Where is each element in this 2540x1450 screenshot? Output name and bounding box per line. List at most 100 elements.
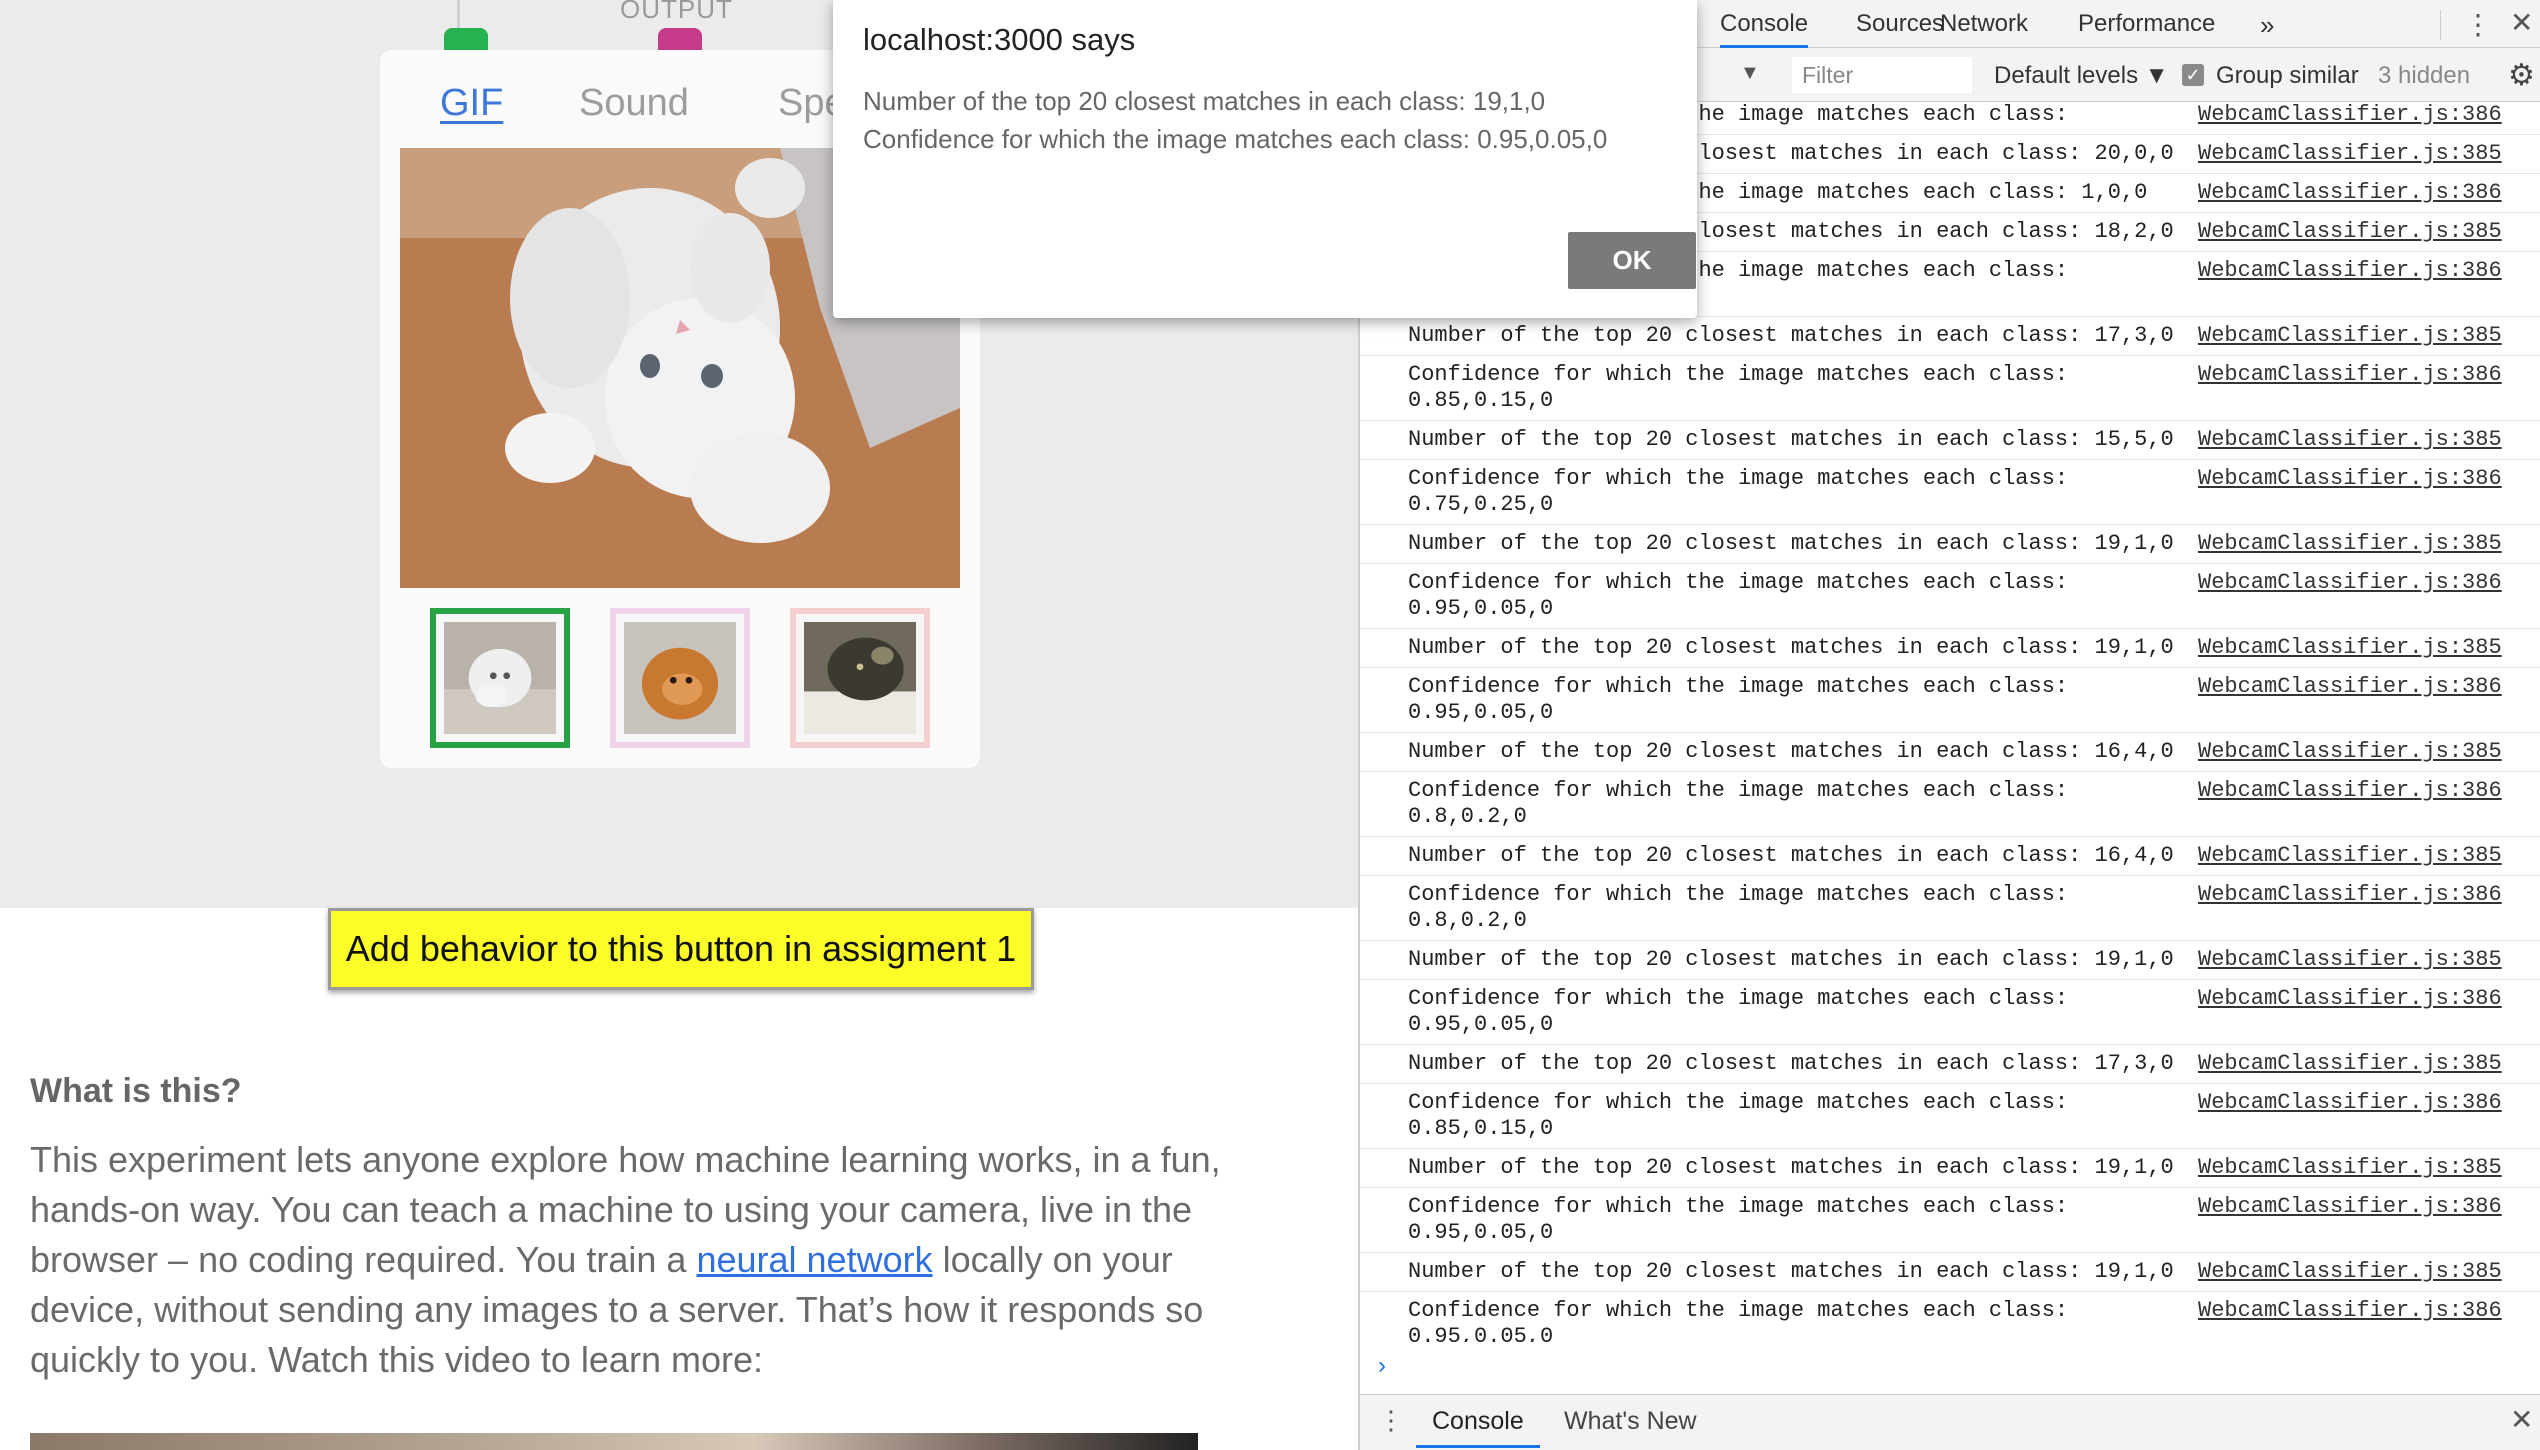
console-log-message: Number of the top 20 closest matches in … xyxy=(1408,531,2174,556)
more-tabs-icon[interactable]: » xyxy=(2260,10,2274,41)
console-log-row: Confidence for which the image matches e… xyxy=(1360,772,2540,837)
kebab-menu-icon[interactable]: ⋮ xyxy=(2464,8,2492,41)
console-log-row: Confidence for which the image matches e… xyxy=(1360,876,2540,941)
console-log-row: Number of the top 20 closest matches in … xyxy=(1360,317,2540,356)
add-behavior-button[interactable]: Add behavior to this button in assigment… xyxy=(328,908,1034,990)
console-log-message: Confidence for which the image matches e… xyxy=(1408,986,2069,1037)
drawer-tab-whats-new[interactable]: What's New xyxy=(1564,1407,1697,1436)
console-log-source-link[interactable]: WebcamClassifier.js:386 xyxy=(2198,778,2502,804)
console-log-source-link[interactable]: WebcamClassifier.js:386 xyxy=(2198,570,2502,596)
drawer-menu-icon[interactable]: ⋮ xyxy=(1378,1405,1404,1436)
console-log-row: Number of the top 20 closest matches in … xyxy=(1360,941,2540,980)
console-settings-gear-icon[interactable]: ⚙ xyxy=(2508,58,2535,93)
console-log-source-link[interactable]: WebcamClassifier.js:386 xyxy=(2198,1298,2502,1324)
dark-cat-photo-icon xyxy=(804,622,916,734)
neural-network-link[interactable]: neural network xyxy=(696,1239,932,1280)
console-log-source-link[interactable]: WebcamClassifier.js:386 xyxy=(2198,466,2502,492)
console-log-row: Number of the top 20 closest matches in … xyxy=(1360,525,2540,564)
tab-gif[interactable]: GIF xyxy=(440,82,503,125)
console-log-row: Number of the top 20 closest matches in … xyxy=(1360,1253,2540,1292)
console-log-message: Confidence for which the image matches e… xyxy=(1408,570,2069,621)
console-log-source-link[interactable]: WebcamClassifier.js:385 xyxy=(2198,141,2502,167)
alert-title: localhost:3000 says xyxy=(863,22,1136,57)
tab-performance[interactable]: Performance xyxy=(2078,10,2215,38)
close-devtools-icon[interactable]: ✕ xyxy=(2510,6,2533,39)
console-log-source-link[interactable]: WebcamClassifier.js:385 xyxy=(2198,219,2502,245)
tab-sources[interactable]: Sources xyxy=(1856,10,1944,38)
thumbnail-class-3[interactable] xyxy=(790,608,930,748)
what-is-this-heading: What is this? xyxy=(30,1072,242,1110)
console-log-source-link[interactable]: WebcamClassifier.js:385 xyxy=(2198,427,2502,453)
console-log-message: Number of the top 20 closest matches in … xyxy=(1408,635,2174,660)
group-similar-checkbox[interactable]: ✓ xyxy=(2182,64,2204,86)
thumbnail-class-1[interactable] xyxy=(430,608,570,748)
alert-message-confidence: Confidence for which the image matches e… xyxy=(863,124,1608,154)
console-log-message: Number of the top 20 closest matches in … xyxy=(1408,323,2174,348)
console-prompt-chevron-icon[interactable]: › xyxy=(1378,1352,1386,1380)
console-log-source-link[interactable]: WebcamClassifier.js:385 xyxy=(2198,739,2502,765)
tab-console[interactable]: Console xyxy=(1720,10,1809,48)
console-filter-input[interactable] xyxy=(1792,57,1972,93)
console-log-row: Number of the top 20 closest matches in … xyxy=(1360,421,2540,460)
console-log-source-link[interactable]: WebcamClassifier.js:385 xyxy=(2198,1051,2502,1077)
log-levels-dropdown[interactable]: Default levels ▼ xyxy=(1994,62,2169,90)
console-log-row: Confidence for which the image matches e… xyxy=(1360,1292,2540,1342)
console-log-source-link[interactable]: WebcamClassifier.js:386 xyxy=(2198,882,2502,908)
console-log-row: Number of the top 20 closest matches in … xyxy=(1360,1045,2540,1084)
console-log-row: Confidence for which the image matches e… xyxy=(1360,1084,2540,1149)
console-log-source-link[interactable]: WebcamClassifier.js:386 xyxy=(2198,180,2502,206)
console-log-row: Number of the top 20 closest matches in … xyxy=(1360,837,2540,876)
console-log-row: Confidence for which the image matches e… xyxy=(1360,564,2540,629)
console-log-source-link[interactable]: WebcamClassifier.js:385 xyxy=(2198,531,2502,557)
console-log-row: Number of the top 20 closest matches in … xyxy=(1360,1149,2540,1188)
white-kitten-photo-icon xyxy=(444,622,556,734)
console-log-source-link[interactable]: WebcamClassifier.js:386 xyxy=(2198,1194,2502,1220)
devtools-drawer-bar: ⋮ Console What's New ✕ xyxy=(1360,1394,2540,1450)
close-drawer-icon[interactable]: ✕ xyxy=(2510,1403,2533,1436)
console-log-message: Confidence for which the image matches e… xyxy=(1408,1194,2069,1245)
console-log-source-link[interactable]: WebcamClassifier.js:386 xyxy=(2198,1090,2502,1116)
tab-network[interactable]: Network xyxy=(1940,10,2028,38)
alert-dialog: localhost:3000 says Number of the top 20… xyxy=(833,0,1697,318)
alert-message-matches: Number of the top 20 closest matches in … xyxy=(863,86,1546,116)
alert-ok-button[interactable]: OK xyxy=(1568,232,1696,289)
output-node-label: OUTPUT xyxy=(620,0,733,24)
console-log-message: Number of the top 20 closest matches in … xyxy=(1408,843,2174,868)
console-log-message: Number of the top 20 closest matches in … xyxy=(1408,739,2174,764)
console-log-row: Confidence for which the image matches e… xyxy=(1360,1188,2540,1253)
console-log-message: Number of the top 20 closest matches in … xyxy=(1408,947,2174,972)
console-log-message: Confidence for which the image matches e… xyxy=(1408,466,2069,517)
console-log-source-link[interactable]: WebcamClassifier.js:385 xyxy=(2198,323,2502,349)
tab-divider xyxy=(2440,10,2441,40)
console-log-message: Confidence for which the image matches e… xyxy=(1408,362,2069,413)
console-log-message: Confidence for which the image matches e… xyxy=(1408,882,2069,933)
console-log-source-link[interactable]: WebcamClassifier.js:385 xyxy=(2198,635,2502,661)
console-log-message: Number of the top 20 closest matches in … xyxy=(1408,1155,2174,1180)
console-log-message: Number of the top 20 closest matches in … xyxy=(1408,1259,2174,1284)
group-similar-label[interactable]: Group similar xyxy=(2216,62,2359,90)
console-log-source-link[interactable]: WebcamClassifier.js:386 xyxy=(2198,102,2502,128)
console-log-row: Confidence for which the image matches e… xyxy=(1360,980,2540,1045)
description-paragraph: This experiment lets anyone explore how … xyxy=(30,1135,1230,1385)
console-log-source-link[interactable]: WebcamClassifier.js:385 xyxy=(2198,947,2502,973)
drawer-tab-console[interactable]: Console xyxy=(1416,1407,1540,1448)
console-log-source-link[interactable]: WebcamClassifier.js:385 xyxy=(2198,1259,2502,1285)
console-log-message: Confidence for which the image matches e… xyxy=(1408,674,2069,725)
console-log-source-link[interactable]: WebcamClassifier.js:386 xyxy=(2198,674,2502,700)
console-log-source-link[interactable]: WebcamClassifier.js:385 xyxy=(2198,843,2502,869)
console-log-source-link[interactable]: WebcamClassifier.js:386 xyxy=(2198,986,2502,1012)
console-log-source-link[interactable]: WebcamClassifier.js:386 xyxy=(2198,362,2502,388)
console-log-message: Number of the top 20 closest matches in … xyxy=(1408,1051,2174,1076)
video-thumbnail[interactable] xyxy=(30,1433,1198,1450)
console-log-message: Confidence for which the image matches e… xyxy=(1408,778,2069,829)
console-log-source-link[interactable]: WebcamClassifier.js:385 xyxy=(2198,1155,2502,1181)
console-log-message: Number of the top 20 closest matches in … xyxy=(1408,427,2174,452)
context-dropdown-icon[interactable]: ▼ xyxy=(1740,62,1760,85)
orange-dog-photo-icon xyxy=(624,622,736,734)
hidden-count: 3 hidden xyxy=(2378,62,2471,89)
tab-sound[interactable]: Sound xyxy=(579,82,689,125)
thumbnail-class-2[interactable] xyxy=(610,608,750,748)
console-log-row: Confidence for which the image matches e… xyxy=(1360,668,2540,733)
console-log-row: Confidence for which the image matches e… xyxy=(1360,460,2540,525)
console-log-source-link[interactable]: WebcamClassifier.js:386 xyxy=(2198,258,2502,284)
